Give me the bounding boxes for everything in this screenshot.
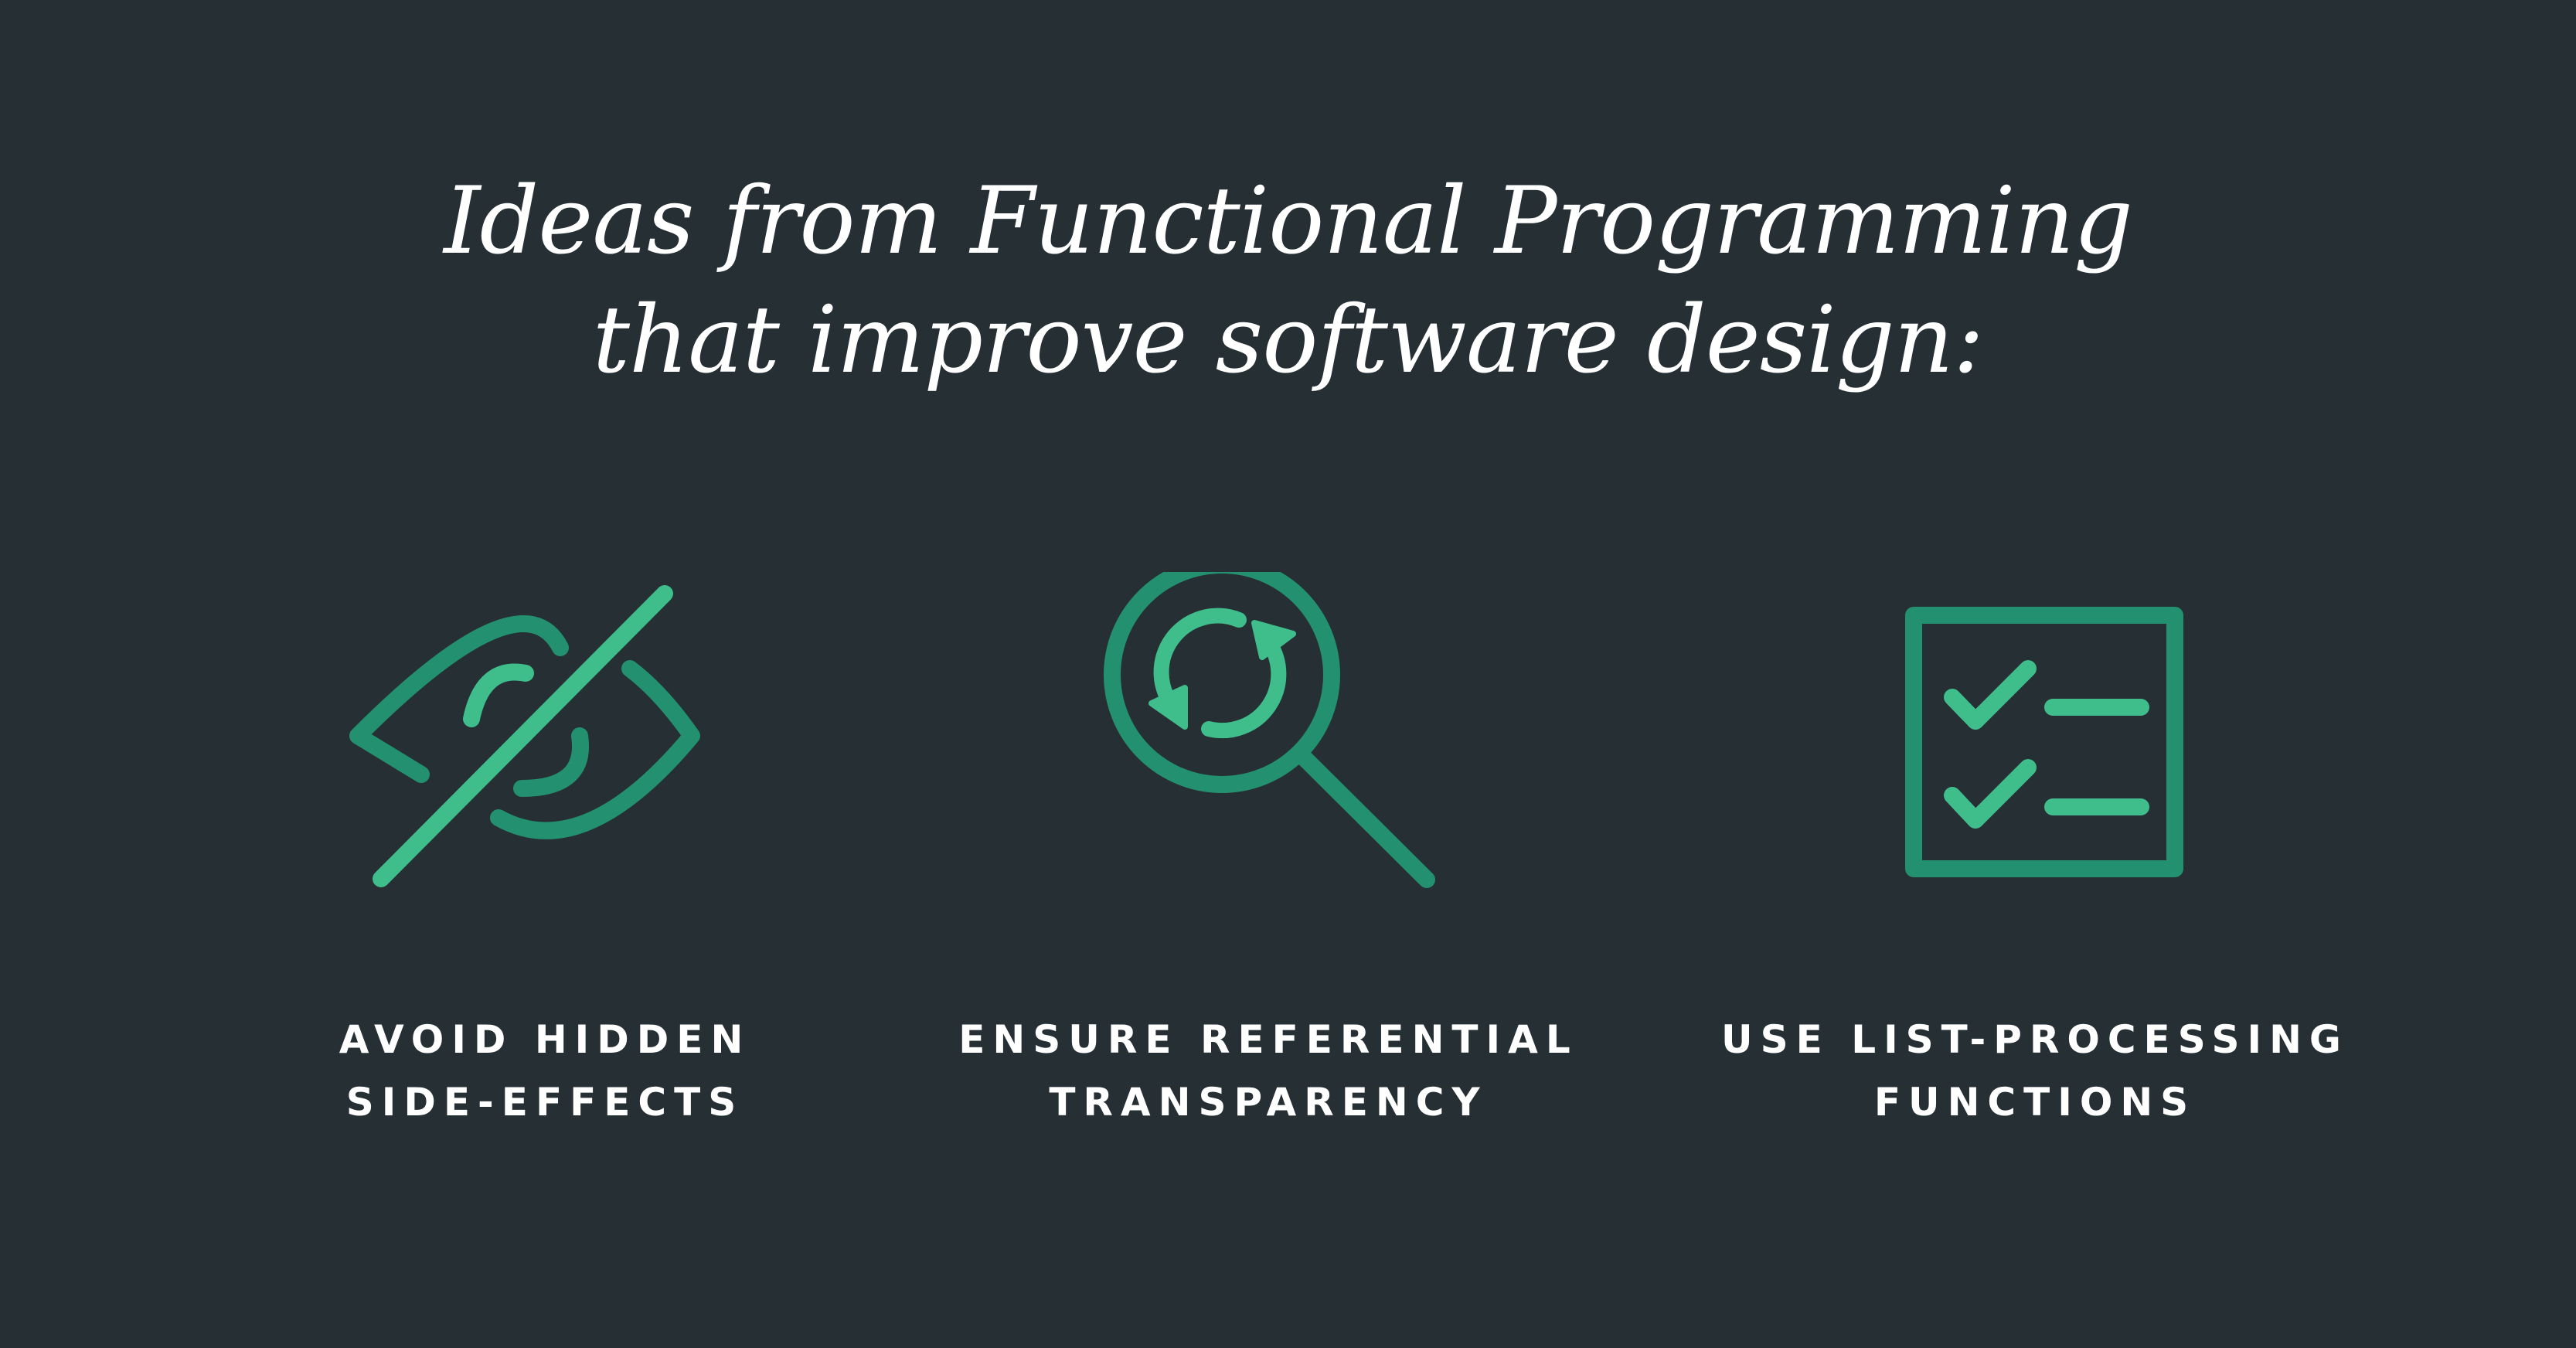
- feature-list-processing: USE LIST-PROCESSING FUNCTIONS: [1687, 572, 2383, 1175]
- feature-referential-transparency: ENSURE REFERENTIAL TRANSPARENCY: [920, 572, 1616, 1175]
- feature-label-line-2: FUNCTIONS: [1873, 1080, 2197, 1125]
- feature-label-line-1: AVOID HIDDEN: [339, 1017, 751, 1062]
- feature-label-line-2: TRANSPARENCY: [1049, 1080, 1488, 1125]
- eye-slash-icon: [197, 572, 893, 912]
- feature-label: ENSURE REFERENTIAL TRANSPARENCY: [920, 1009, 1616, 1134]
- feature-label-line-2: SIDE-EFFECTS: [345, 1080, 744, 1125]
- feature-label-line-1: USE LIST-PROCESSING: [1721, 1017, 2349, 1062]
- checklist-icon: [1687, 572, 2383, 912]
- feature-label: USE LIST-PROCESSING FUNCTIONS: [1687, 1009, 2383, 1134]
- page-title: Ideas from Functional Programming that i…: [0, 162, 2576, 400]
- title-line-1: Ideas from Functional Programming: [444, 168, 2133, 275]
- feature-label-line-1: ENSURE REFERENTIAL: [958, 1017, 1578, 1062]
- feature-avoid-side-effects: AVOID HIDDEN SIDE-EFFECTS: [197, 572, 893, 1175]
- magnifier-refresh-icon: [920, 572, 1616, 912]
- feature-label: AVOID HIDDEN SIDE-EFFECTS: [197, 1009, 893, 1134]
- title-line-2: that improve software design:: [592, 287, 1985, 394]
